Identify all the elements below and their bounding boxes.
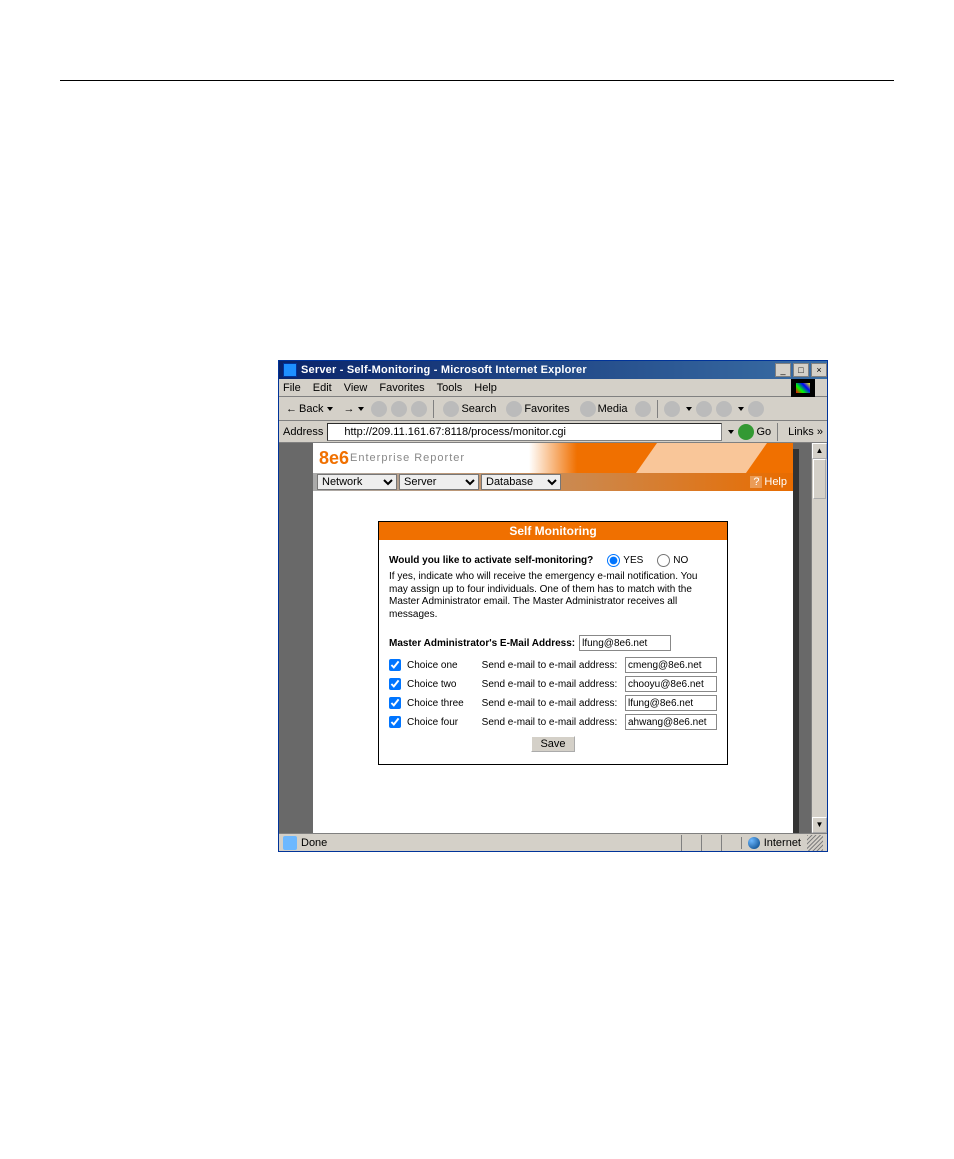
choice-2-email-input[interactable] (625, 676, 717, 692)
choice-1-email-input[interactable] (625, 657, 717, 673)
print-icon[interactable] (696, 401, 712, 417)
vertical-scrollbar[interactable]: ▲ ▼ (811, 443, 827, 833)
server-select[interactable]: Server (399, 474, 479, 490)
menubar: File Edit View Favorites Tools Help (279, 379, 827, 397)
scroll-thumb[interactable] (813, 459, 826, 499)
browser-window: Server - Self-Monitoring - Microsoft Int… (278, 360, 828, 852)
page-content: 8e6 Enterprise Reporter Network Server D… (313, 443, 793, 833)
toolbar: ← Back → Search Favorites Media (279, 397, 827, 421)
resize-handle[interactable] (807, 835, 823, 851)
forward-button[interactable]: → (340, 402, 367, 416)
menu-favorites[interactable]: Favorites (379, 382, 424, 394)
menu-edit[interactable]: Edit (313, 382, 332, 394)
media-icon (580, 401, 596, 417)
choice-4-email-input[interactable] (625, 714, 717, 730)
logo-8e6: 8e6 (319, 448, 349, 469)
throbber-icon (791, 379, 815, 397)
choice-1-checkbox[interactable] (389, 659, 401, 671)
window-title: Server - Self-Monitoring - Microsoft Int… (301, 364, 773, 376)
titlebar: Server - Self-Monitoring - Microsoft Int… (279, 361, 827, 379)
help-link[interactable]: Help (750, 476, 787, 488)
address-bar: Address Go Links » (279, 421, 827, 443)
choice-3-label: Choice three (407, 698, 476, 709)
menu-view[interactable]: View (344, 382, 368, 394)
go-icon (738, 424, 754, 440)
edit-icon[interactable] (716, 401, 732, 417)
master-email-label: Master Administrator's E-Mail Address: (389, 638, 575, 649)
send-label-1: Send e-mail to e-mail address: (482, 660, 619, 671)
address-dropdown-icon[interactable] (728, 430, 734, 434)
security-zone: Internet (741, 837, 807, 849)
menu-help[interactable]: Help (474, 382, 497, 394)
radio-yes[interactable]: YES (607, 554, 643, 567)
product-banner: 8e6 Enterprise Reporter (313, 443, 793, 473)
menu-tools[interactable]: Tools (437, 382, 463, 394)
menu-file[interactable]: File (283, 382, 301, 394)
page-icon (283, 836, 297, 850)
radio-no[interactable]: NO (657, 554, 688, 567)
back-button[interactable]: ← Back (283, 402, 336, 416)
question-label: Would you like to activate self-monitori… (389, 555, 593, 566)
globe-icon (748, 837, 760, 849)
description-text: If yes, indicate who will receive the em… (389, 571, 717, 621)
network-select[interactable]: Network (317, 474, 397, 490)
send-label-2: Send e-mail to e-mail address: (482, 679, 619, 690)
choice-2-checkbox[interactable] (389, 678, 401, 690)
choice-3-email-input[interactable] (625, 695, 717, 711)
media-button[interactable]: Media (577, 400, 631, 418)
product-name: Enterprise Reporter (350, 452, 465, 464)
scroll-up-icon[interactable]: ▲ (812, 443, 827, 459)
stop-icon[interactable] (371, 401, 387, 417)
links-button[interactable]: Links » (788, 426, 823, 438)
address-input[interactable] (327, 423, 722, 441)
star-icon (506, 401, 522, 417)
home-icon[interactable] (411, 401, 427, 417)
choice-2-label: Choice two (407, 679, 476, 690)
send-label-3: Send e-mail to e-mail address: (482, 698, 619, 709)
search-icon (443, 401, 459, 417)
choice-1-label: Choice one (407, 660, 476, 671)
go-button[interactable]: Go (738, 424, 771, 440)
self-monitor-panel: Self Monitoring Would you like to activa… (378, 521, 728, 765)
database-select[interactable]: Database (481, 474, 561, 490)
maximize-button[interactable]: □ (793, 363, 809, 377)
viewport: 8e6 Enterprise Reporter Network Server D… (279, 443, 827, 833)
choice-4-label: Choice four (407, 717, 476, 728)
search-button[interactable]: Search (440, 400, 499, 418)
ie-icon (283, 363, 297, 377)
mail-icon[interactable] (664, 401, 680, 417)
master-email-input[interactable] (579, 635, 671, 651)
scroll-down-icon[interactable]: ▼ (812, 817, 827, 833)
minimize-button[interactable]: _ (775, 363, 791, 377)
choice-4-checkbox[interactable] (389, 716, 401, 728)
send-label-4: Send e-mail to e-mail address: (482, 717, 619, 728)
address-label: Address (283, 426, 323, 438)
close-button[interactable]: × (811, 363, 827, 377)
status-text: Done (301, 837, 327, 849)
status-bar: Done Internet (279, 833, 827, 851)
panel-title: Self Monitoring (379, 522, 727, 540)
favorites-button[interactable]: Favorites (503, 400, 572, 418)
nav-bar: Network Server Database Help (313, 473, 793, 491)
discuss-icon[interactable] (748, 401, 764, 417)
refresh-icon[interactable] (391, 401, 407, 417)
history-icon[interactable] (635, 401, 651, 417)
choice-3-checkbox[interactable] (389, 697, 401, 709)
save-button[interactable]: Save (531, 736, 574, 752)
